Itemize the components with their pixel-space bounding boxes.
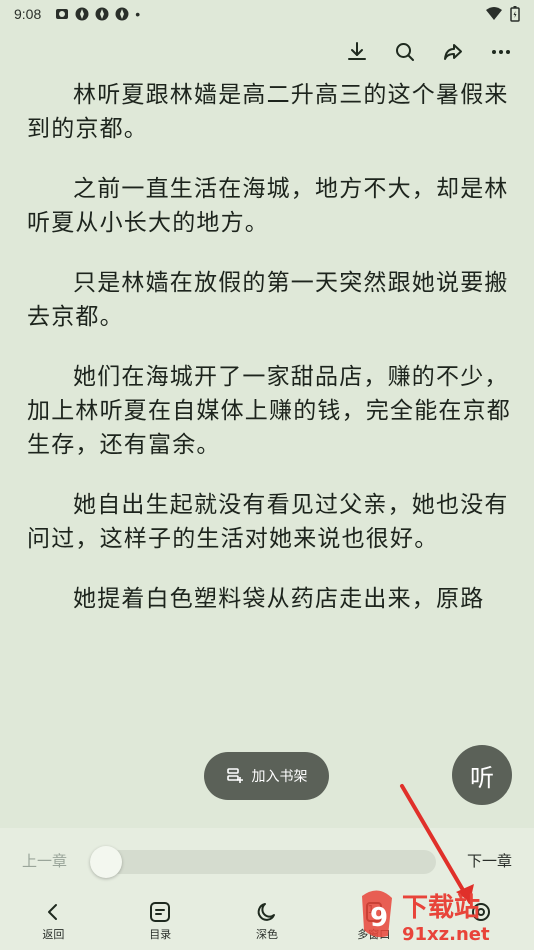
- toc-icon: [150, 902, 171, 922]
- more-icon: [492, 50, 510, 54]
- paragraph: 林听夏跟林嫱是高二升高三的这个暑假来到的京都。: [27, 82, 509, 142]
- prev-chapter-button[interactable]: 上一章: [22, 850, 86, 871]
- pinwheel-icon: [115, 7, 129, 21]
- paragraph: 只是林嫱在放假的第一天突然跟她说要搬去京都。: [27, 270, 509, 330]
- chapter-progress-slider[interactable]: [90, 846, 436, 878]
- reader-content[interactable]: 林听夏跟林嫱是高二升高三的这个暑假来到的京都。 之前一直生活在海城，地方不大，却…: [27, 78, 517, 838]
- share-button[interactable]: [440, 39, 466, 65]
- share-icon: [444, 44, 462, 60]
- status-more-dot: •: [135, 6, 141, 22]
- status-right: [486, 6, 520, 22]
- wifi-icon: [486, 7, 502, 20]
- reader-toolbar: [344, 34, 514, 70]
- nav-dark-mode[interactable]: 深色: [232, 900, 302, 942]
- multiwin-count-badge: 1: [367, 903, 375, 916]
- nav-toc-label: 目录: [149, 928, 172, 941]
- status-icons: •: [55, 6, 140, 22]
- pinwheel-icon: [75, 7, 89, 21]
- more-button[interactable]: [488, 39, 514, 65]
- slider-handle[interactable]: [90, 846, 122, 878]
- paragraph: 她提着白色塑料袋从药店走出来，原路: [73, 586, 485, 612]
- paragraph: 她自出生起就没有看见过父亲，她也没有问过，这样子的生活对她来说也很好。: [27, 492, 509, 552]
- download-icon: [348, 42, 366, 60]
- bookshelf-add-icon: [226, 768, 243, 783]
- annotation-arrow: [400, 784, 474, 904]
- search-icon: [396, 43, 414, 61]
- download-button[interactable]: [344, 39, 370, 65]
- add-to-bookshelf-label: 加入书架: [251, 769, 308, 785]
- status-bar: 9:08 •: [0, 0, 534, 28]
- status-time: 9:08: [14, 6, 42, 22]
- nav-dark-label: 深色: [255, 928, 278, 941]
- moon-icon: [257, 903, 275, 921]
- app-notification-icon: [56, 9, 69, 19]
- back-icon: [48, 904, 58, 920]
- nav-back[interactable]: 返回: [18, 900, 88, 942]
- nav-toc[interactable]: 目录: [125, 900, 195, 942]
- paragraph: 她们在海城开了一家甜品店，赚的不少，加上林听夏在自媒体上赚的钱，完全能在京都生存…: [27, 364, 511, 458]
- battery-icon: [510, 6, 520, 22]
- add-to-bookshelf-button[interactable]: 加入书架: [204, 752, 329, 800]
- nav-multiwin-label: 多窗口: [357, 928, 391, 941]
- search-button[interactable]: [392, 39, 418, 65]
- nav-back-label: 返回: [42, 928, 65, 941]
- status-left: 9:08 •: [14, 6, 140, 22]
- pinwheel-icon: [95, 7, 109, 21]
- paragraph: 之前一直生活在海城，地方不大，却是林听夏从小长大的地方。: [27, 176, 509, 236]
